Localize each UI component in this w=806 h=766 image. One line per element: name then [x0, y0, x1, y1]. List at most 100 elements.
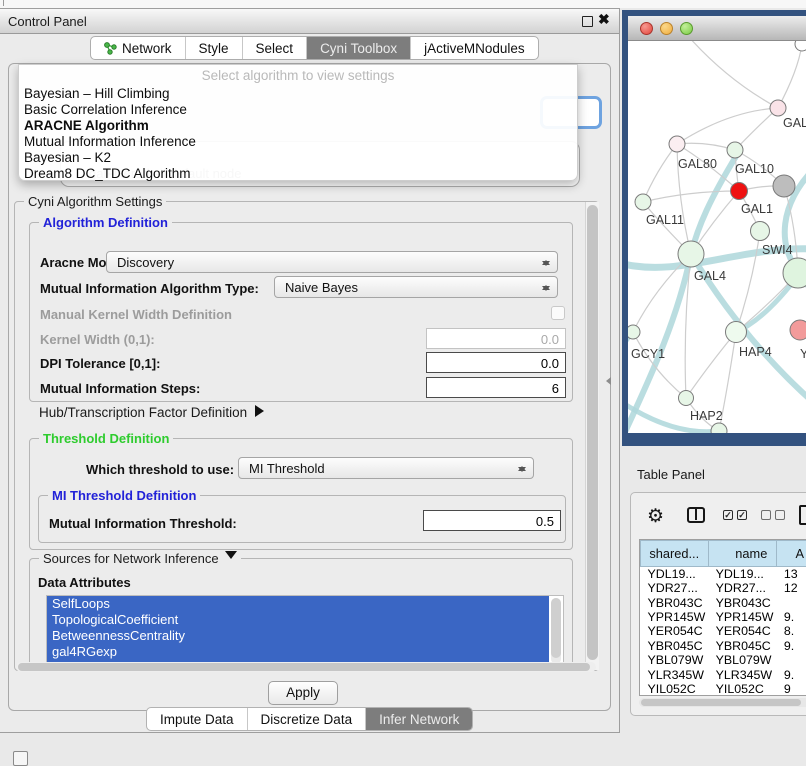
mi-type-combobox[interactable]: Naive Bayes: [274, 276, 558, 298]
node-top-partial[interactable]: [795, 41, 806, 51]
table-cell[interactable]: YDR27...: [709, 581, 777, 595]
table-cell[interactable]: 13: [777, 567, 806, 582]
data-attribute-item[interactable]: BetweennessCentrality: [47, 628, 549, 644]
table-row[interactable]: YER054CYER054C8.: [641, 624, 806, 638]
hub-definition-toggle[interactable]: Hub/Transcription Factor Definition: [39, 405, 270, 420]
tab-discretize-data[interactable]: Discretize Data: [248, 708, 367, 730]
network-edge[interactable]: [633, 332, 686, 398]
data-attributes-list[interactable]: SelfLoopsTopologicalCoefficientBetweenne…: [46, 595, 564, 669]
node-gal10[interactable]: [727, 142, 743, 158]
table-cell[interactable]: YIL052C: [641, 682, 709, 696]
attr-list-vscrollbar[interactable]: [551, 598, 561, 664]
node-right-large[interactable]: [783, 258, 806, 288]
node-table[interactable]: shared...nameAYDL19...YDL19...13YDR27...…: [639, 539, 806, 696]
table-row[interactable]: YIL052CYIL052C9: [641, 682, 806, 696]
network-window-titlebar[interactable]: [628, 16, 806, 41]
kernel-width-field[interactable]: 0.0: [426, 328, 566, 349]
table-hscroll-thumb[interactable]: [641, 699, 801, 706]
table-cell[interactable]: YIL052C: [709, 682, 777, 696]
node-hap2[interactable]: [679, 391, 694, 406]
node-gal80[interactable]: [669, 136, 685, 152]
network-edge[interactable]: [643, 144, 677, 202]
network-edge-thick[interactable]: [778, 427, 806, 433]
tab-style[interactable]: Style: [186, 37, 243, 59]
settings-hscrollbar[interactable]: [16, 662, 596, 672]
network-edge[interactable]: [643, 191, 739, 202]
table-cell[interactable]: YDL19...: [709, 567, 777, 582]
network-edge[interactable]: [688, 41, 778, 108]
deselect-checkbox-icon[interactable]: [761, 510, 771, 520]
node-gal-pink[interactable]: [770, 100, 786, 116]
tab-network[interactable]: Network: [91, 37, 186, 59]
algorithm-item[interactable]: ARACNE Algorithm: [24, 118, 564, 134]
table-cell[interactable]: YER054C: [709, 624, 777, 638]
table-cell[interactable]: YBR043C: [709, 595, 777, 609]
table-cell[interactable]: [777, 595, 806, 609]
sources-title[interactable]: Sources for Network Inference: [39, 551, 241, 566]
settings-vscrollbar[interactable]: [585, 202, 599, 670]
mi-threshold-field[interactable]: 0.5: [423, 510, 561, 531]
table-cell[interactable]: YBR045C: [641, 639, 709, 653]
table-row[interactable]: YBR043CYBR043C: [641, 595, 806, 609]
settings-hscroll-thumb[interactable]: [18, 663, 590, 671]
table-cell[interactable]: YBR045C: [709, 639, 777, 653]
tab-jactivemnodules[interactable]: jActiveMNodules: [411, 37, 538, 59]
export-table-icon[interactable]: [799, 505, 806, 525]
zoom-traffic-light-icon[interactable]: [680, 22, 693, 35]
splitpane-collapse-icon[interactable]: [602, 377, 611, 385]
select-all-checkbox2-icon[interactable]: ✓: [737, 510, 747, 520]
network-edge[interactable]: [677, 108, 778, 144]
table-column-header[interactable]: shared...: [641, 541, 709, 567]
table-cell[interactable]: YBR043C: [641, 595, 709, 609]
select-all-checkbox-icon[interactable]: ✓: [723, 510, 733, 520]
data-attribute-item[interactable]: TopologicalCoefficient: [47, 612, 549, 628]
table-column-header[interactable]: name: [709, 541, 777, 567]
aracne-mode-combobox[interactable]: Discovery: [106, 251, 558, 273]
data-attribute-item[interactable]: SelfLoops: [47, 596, 549, 612]
minimize-traffic-light-icon[interactable]: [660, 22, 673, 35]
bottom-left-panel-icon[interactable]: [13, 751, 28, 766]
node-red[interactable]: [731, 183, 748, 200]
table-cell[interactable]: YLR345W: [641, 667, 709, 681]
node-gray[interactable]: [773, 175, 795, 197]
table-hscrollbar[interactable]: [639, 698, 806, 707]
node-hap4[interactable]: [726, 322, 747, 343]
table-cell[interactable]: YBL079W: [641, 653, 709, 667]
algorithm-item[interactable]: Bayesian – Hill Climbing: [24, 86, 564, 102]
algorithm-item[interactable]: Dream8 DC_TDC Algorithm: [24, 166, 564, 182]
network-edge[interactable]: [686, 332, 736, 398]
table-cell[interactable]: YBL079W: [709, 653, 777, 667]
table-cell[interactable]: YPR145W: [641, 610, 709, 624]
table-cell[interactable]: YER054C: [641, 624, 709, 638]
float-window-icon[interactable]: [582, 16, 593, 27]
table-cell[interactable]: YDL19...: [641, 567, 709, 582]
node-salmon[interactable]: [790, 320, 806, 340]
close-traffic-light-icon[interactable]: [640, 22, 653, 35]
table-cell[interactable]: YDR27...: [641, 581, 709, 595]
table-cell[interactable]: 12: [777, 581, 806, 595]
close-icon[interactable]: ✖: [598, 11, 610, 28]
network-canvas[interactable]: GALGAL80GAL10GAL1GAL11GAL4SWI4GCY1HAP4YH…: [628, 41, 806, 433]
table-cell[interactable]: 8.: [777, 624, 806, 638]
table-row[interactable]: YBL079WYBL079W: [641, 653, 806, 667]
columns-icon[interactable]: [687, 507, 705, 523]
tab-select[interactable]: Select: [243, 37, 308, 59]
node-swi4[interactable]: [751, 222, 770, 241]
table-row[interactable]: YDL19...YDL19...13: [641, 567, 806, 582]
table-cell[interactable]: 9.: [777, 667, 806, 681]
algorithm-item[interactable]: Bayesian – K2: [24, 150, 564, 166]
node-gcy1[interactable]: [628, 325, 640, 339]
algorithm-item[interactable]: Mutual Information Inference: [24, 134, 564, 150]
tab-cyni-toolbox[interactable]: Cyni Toolbox: [307, 37, 411, 59]
table-row[interactable]: YPR145WYPR145W9.: [641, 610, 806, 624]
table-cell[interactable]: 9.: [777, 639, 806, 653]
manual-kernel-checkbox[interactable]: [551, 306, 565, 320]
table-cell[interactable]: YLR345W: [709, 667, 777, 681]
table-row[interactable]: YDR27...YDR27...12: [641, 581, 806, 595]
mi-steps-field[interactable]: 6: [426, 377, 566, 398]
settings-vscroll-thumb[interactable]: [587, 205, 598, 660]
table-row[interactable]: YLR345WYLR345W9.: [641, 667, 806, 681]
which-threshold-combobox[interactable]: MI Threshold: [238, 457, 534, 479]
node-gal11[interactable]: [635, 194, 651, 210]
deselect-checkbox2-icon[interactable]: [775, 510, 785, 520]
